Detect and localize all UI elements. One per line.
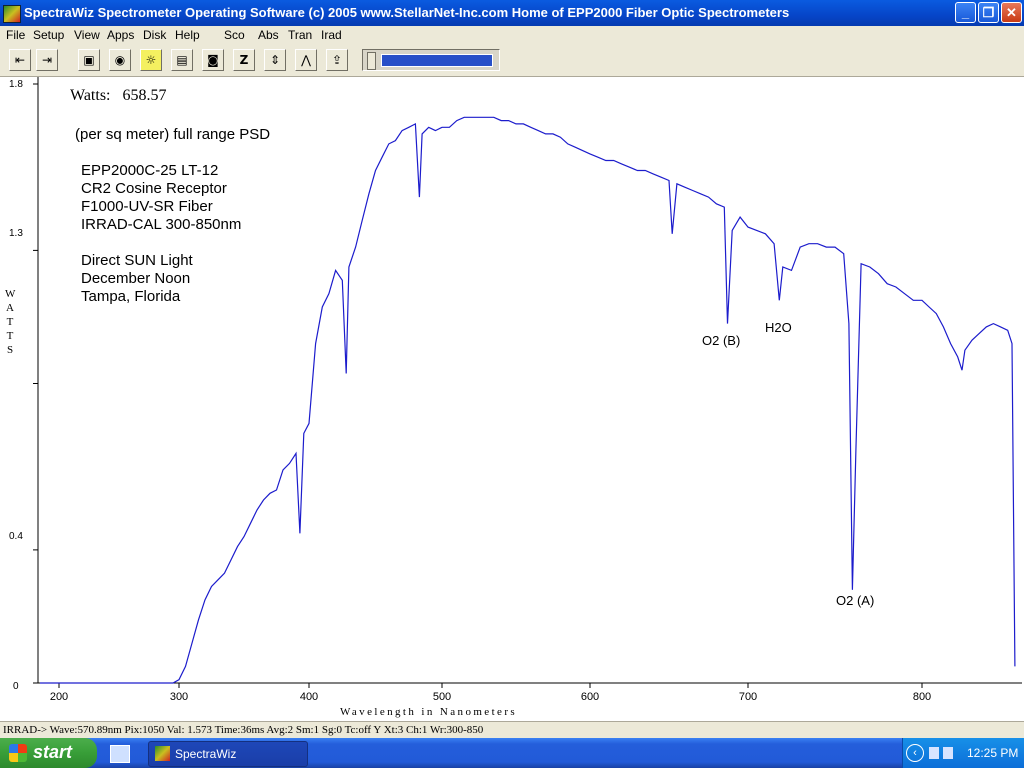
- export-icon[interactable]: ⇪: [326, 49, 348, 71]
- title-bar: SpectraWiz Spectrometer Operating Softwa…: [0, 0, 1024, 26]
- spectrum-plot: 1.8 1.3 0.4 0 W A T T S 200 300 400 500 …: [0, 77, 1024, 720]
- menu-bar: File Setup View Apps Disk Help Sco Abs T…: [0, 26, 1024, 45]
- status-text: IRRAD-> Wave:570.89nm Pix:1050 Val: 1.57…: [3, 724, 484, 736]
- menu-tran[interactable]: Tran: [288, 28, 312, 42]
- x-tick-label: 700: [738, 691, 758, 703]
- info-line: F1000-UV-SR Fiber: [81, 198, 213, 215]
- status-bar: IRRAD-> Wave:570.89nm Pix:1050 Val: 1.57…: [0, 721, 1024, 739]
- lamp-icon[interactable]: ☼: [140, 49, 162, 71]
- info-line: December Noon: [81, 270, 191, 287]
- zero-icon[interactable]: Z: [233, 49, 255, 71]
- x-tick-label: 200: [49, 691, 69, 703]
- close-button[interactable]: ✕: [1001, 2, 1022, 23]
- x-tick-label: 400: [299, 691, 319, 703]
- menu-apps[interactable]: Apps: [107, 28, 134, 42]
- scroll-right-icon[interactable]: ⇥: [36, 49, 58, 71]
- annotation-h2o: H2O: [765, 320, 792, 335]
- scroll-left-icon[interactable]: ⇤: [9, 49, 31, 71]
- y-tick-label: 1.3: [9, 228, 23, 239]
- x-tick-label: 800: [912, 691, 932, 703]
- menu-view[interactable]: View: [74, 28, 100, 42]
- x-axis-label: Wavelength in Nanometers: [340, 706, 518, 718]
- scale-icon[interactable]: ⇕: [264, 49, 286, 71]
- show-desktop-icon[interactable]: [110, 745, 130, 763]
- y-tick-label: 0: [13, 681, 19, 692]
- y-tick-label: 1.8: [9, 79, 23, 90]
- slider-knob[interactable]: [367, 52, 376, 70]
- window-title: SpectraWiz Spectrometer Operating Softwa…: [24, 5, 790, 20]
- info-line: Direct SUN Light: [81, 252, 193, 269]
- watts-label: Watts:: [70, 87, 111, 104]
- chevron-left-icon[interactable]: ‹: [906, 744, 924, 762]
- x-tick-label: 500: [432, 691, 452, 703]
- camera-icon[interactable]: ◙: [202, 49, 224, 71]
- integration-slider[interactable]: [362, 49, 500, 71]
- menu-help[interactable]: Help: [175, 28, 200, 42]
- menu-file[interactable]: File: [6, 28, 25, 42]
- printer-icon[interactable]: ▤: [171, 49, 193, 71]
- peak-icon[interactable]: ⋀: [295, 49, 317, 71]
- y-axis-label: W A T T S: [5, 288, 16, 356]
- info-line: CR2 Cosine Receptor: [81, 180, 227, 197]
- info-line: EPP2000C-25 LT-12: [81, 162, 219, 179]
- x-tick-label: 600: [580, 691, 600, 703]
- info-line: Tampa, Florida: [81, 288, 181, 305]
- app-icon[interactable]: [3, 5, 21, 23]
- volume-icon[interactable]: [943, 747, 953, 759]
- taskbar: start SpectraWiz ‹ 12:25 PM: [0, 738, 1024, 768]
- taskbar-app-spectrawiz[interactable]: SpectraWiz: [148, 741, 308, 767]
- menu-disk[interactable]: Disk: [143, 28, 166, 42]
- psd-note: (per sq meter) full range PSD: [75, 126, 271, 143]
- system-tray: ‹ 12:25 PM: [902, 738, 1024, 768]
- menu-irad[interactable]: Irad: [321, 28, 342, 42]
- start-button[interactable]: start: [0, 738, 97, 768]
- annotation-o2a: O2 (A): [836, 593, 875, 608]
- watts-readout: Watts: 658.57: [70, 87, 166, 105]
- monitor-icon[interactable]: ▣: [78, 49, 100, 71]
- x-tick-label: 300: [169, 691, 189, 703]
- windows-logo-icon: [9, 744, 27, 762]
- spectrawiz-icon: [155, 746, 170, 761]
- minimize-button[interactable]: _: [955, 2, 976, 23]
- toolbar: ⇤ ⇥ ▣ ◉ ☼ ▤ ◙ Z ⇕ ⋀ ⇪: [0, 45, 1024, 77]
- menu-abs[interactable]: Abs: [258, 28, 279, 42]
- clock: 12:25 PM: [967, 746, 1019, 760]
- y-tick-label: 0.4: [9, 531, 23, 542]
- tray-icon[interactable]: [929, 747, 939, 759]
- menu-sco[interactable]: Sco: [224, 28, 245, 42]
- watts-value: 658.57: [122, 87, 167, 104]
- start-label: start: [33, 742, 73, 762]
- detector-icon[interactable]: ◉: [109, 49, 131, 71]
- restore-button[interactable]: ❐: [978, 2, 999, 23]
- taskbar-app-label: SpectraWiz: [175, 747, 237, 761]
- slider-bar: [381, 54, 493, 67]
- annotation-o2b: O2 (B): [702, 333, 741, 348]
- menu-setup[interactable]: Setup: [33, 28, 64, 42]
- info-line: IRRAD-CAL 300-850nm: [81, 216, 242, 233]
